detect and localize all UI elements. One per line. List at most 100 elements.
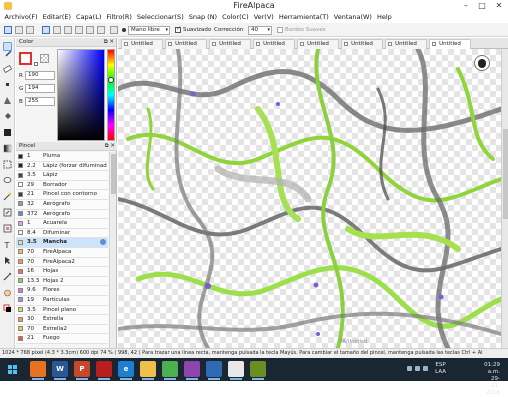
stroke-mode-select[interactable]: Mano libre ▾ <box>128 26 170 35</box>
brush-item[interactable]: 19 Partículas <box>16 295 108 306</box>
menu-archivo[interactable]: Archivo(F) <box>2 12 40 23</box>
taskbar-app-firealpaca-icon[interactable] <box>228 361 244 380</box>
hand-tool-icon[interactable] <box>3 282 12 297</box>
snap-3point-icon[interactable] <box>97 26 105 34</box>
select-tool-icon[interactable] <box>3 154 12 169</box>
text-tool-icon[interactable]: T <box>3 234 12 250</box>
snap-circle-icon[interactable] <box>64 26 72 34</box>
snap-parallel-icon[interactable] <box>15 26 23 34</box>
primary-color-swatch[interactable] <box>19 52 32 65</box>
snap-off-icon[interactable] <box>4 26 12 34</box>
dot-tool-icon[interactable] <box>3 74 12 86</box>
drawing-canvas[interactable]: FA/Untitled <box>118 49 501 348</box>
select-pen-tool-icon[interactable] <box>3 202 12 217</box>
b-input[interactable]: 255 <box>25 97 55 106</box>
taskbar-app-store-icon[interactable] <box>206 361 222 380</box>
taskbar-app-media-icon[interactable] <box>184 361 200 380</box>
soft-edges-checkbox[interactable] <box>277 27 283 33</box>
transform-tool-icon[interactable] <box>3 90 12 104</box>
brush-list-scrollbar[interactable] <box>109 152 116 348</box>
brush-item[interactable]: 32 Aerógrafo <box>16 199 108 210</box>
document-tab[interactable]: Untitled <box>209 39 251 49</box>
menu-help[interactable]: Help <box>374 12 394 23</box>
brush-item[interactable]: 8.4 Difuminar <box>16 228 108 239</box>
snap-settings-icon[interactable] <box>110 26 118 34</box>
brush-panel-buttons[interactable]: ⧉ ✕ <box>105 142 115 151</box>
brush-item[interactable]: 70 FireAlpaca <box>16 247 108 258</box>
menu-ver[interactable]: Ver(V) <box>251 12 276 23</box>
network-icon[interactable] <box>407 366 412 371</box>
brush-item[interactable]: 1 Acuarela <box>16 219 108 229</box>
brush-item[interactable]: 3.5 Lápiz <box>16 171 108 181</box>
brush-item[interactable]: 2.2 Lápiz (forzar difuminad <box>16 161 108 172</box>
document-tab[interactable]: Untitled <box>385 39 427 49</box>
scrollbar-thumb[interactable] <box>111 154 116 194</box>
brush-item[interactable]: 16 Hojas <box>16 267 108 277</box>
battery-icon[interactable] <box>423 366 428 371</box>
fill-tool-icon[interactable] <box>3 122 12 136</box>
taskbar-app-misc-icon[interactable] <box>250 361 266 380</box>
brush-item[interactable]: 3.5 Mancha <box>16 238 108 248</box>
menu-snap[interactable]: Snap (N) <box>186 12 219 23</box>
taskbar-app-acrobat-icon[interactable] <box>96 361 112 380</box>
menu-editar[interactable]: Editar(E) <box>40 12 73 23</box>
taskbar-app-chrome-icon[interactable] <box>162 361 178 380</box>
document-tab[interactable]: Untitled <box>121 39 163 49</box>
hue-slider-knob[interactable] <box>108 77 114 83</box>
color-panel-buttons[interactable]: ⧉ ✕ <box>104 38 114 47</box>
taskbar-app-explorer-icon[interactable] <box>140 361 156 380</box>
scrollbar-thumb[interactable] <box>503 129 508 219</box>
brush-item[interactable]: 13.3 Hojas 2 <box>16 276 108 287</box>
color-picker-square[interactable] <box>57 49 105 141</box>
snap-cross-icon[interactable] <box>26 26 34 34</box>
bucket-tool-icon[interactable] <box>3 106 12 119</box>
eyedropper-tool-icon[interactable] <box>3 266 12 281</box>
correction-select[interactable]: 40 ▾ <box>248 26 272 35</box>
document-tab[interactable]: Untitled <box>253 39 295 49</box>
taskbar-app-word-icon[interactable]: W <box>52 361 68 380</box>
brush-item[interactable]: 9.6 Flores <box>16 286 108 296</box>
menu-herramienta[interactable]: Herramienta(T) <box>276 12 331 23</box>
menu-seleccionar[interactable]: Seleccionar(S) <box>134 12 186 23</box>
select-eraser-tool-icon[interactable] <box>3 218 12 233</box>
taskbar-app-firefox-icon[interactable] <box>30 361 46 380</box>
brush-item[interactable]: 70 FireAlpaca2 <box>16 257 108 268</box>
menu-color[interactable]: Color(C) <box>220 12 252 23</box>
lasso-tool-icon[interactable] <box>3 170 12 183</box>
start-button[interactable] <box>2 360 24 379</box>
magic-wand-tool-icon[interactable] <box>3 186 12 201</box>
language-indicator[interactable]: ESP LAA <box>435 362 446 376</box>
brush-item[interactable]: 70 Estrella2 <box>16 324 108 335</box>
eraser-tool-icon[interactable] <box>2 58 13 74</box>
close-button[interactable]: ✕ <box>490 0 508 12</box>
operation-tool-icon[interactable] <box>3 250 12 264</box>
taskbar-app-edge-icon[interactable]: e <box>118 361 134 380</box>
r-input[interactable]: 190 <box>25 71 55 80</box>
taskbar-clock[interactable]: 01:29 a.m. 29-11-2018 <box>484 362 500 397</box>
swap-color-icon[interactable] <box>34 62 38 66</box>
snap-grid-icon[interactable] <box>42 26 50 34</box>
canvas-area[interactable]: FA/Untitled <box>118 49 508 348</box>
g-input[interactable]: 194 <box>25 84 55 93</box>
snap-perspective-icon[interactable] <box>86 26 94 34</box>
avatar-icon[interactable] <box>474 55 490 71</box>
snap-curve-icon[interactable] <box>75 26 83 34</box>
menu-ventana[interactable]: Ventana(W) <box>331 12 374 23</box>
document-tab[interactable]: Untitled <box>341 39 383 49</box>
brush-item[interactable]: 21 Fuego <box>16 334 108 344</box>
brush-settings-icon[interactable] <box>100 239 106 246</box>
menu-filtro[interactable]: Filtro(R) <box>104 12 135 23</box>
canvas-vertical-scrollbar[interactable] <box>501 49 508 348</box>
document-tab[interactable]: Untitled <box>165 39 207 49</box>
maximize-button[interactable]: □ <box>474 0 490 12</box>
snap-radial-icon[interactable] <box>53 26 61 34</box>
menu-capa[interactable]: Capa(L) <box>74 12 104 23</box>
volume-icon[interactable] <box>415 366 420 371</box>
smooth-checkbox[interactable] <box>175 25 181 33</box>
transparent-color-swatch[interactable] <box>40 54 49 63</box>
document-tab[interactable]: Untitled <box>297 39 339 49</box>
color-swatch-icon[interactable] <box>3 298 12 312</box>
hue-slider[interactable] <box>107 49 115 141</box>
gradient-tool-icon[interactable] <box>3 138 12 153</box>
brush-item[interactable]: 3.5 Pincel plano <box>16 305 108 316</box>
